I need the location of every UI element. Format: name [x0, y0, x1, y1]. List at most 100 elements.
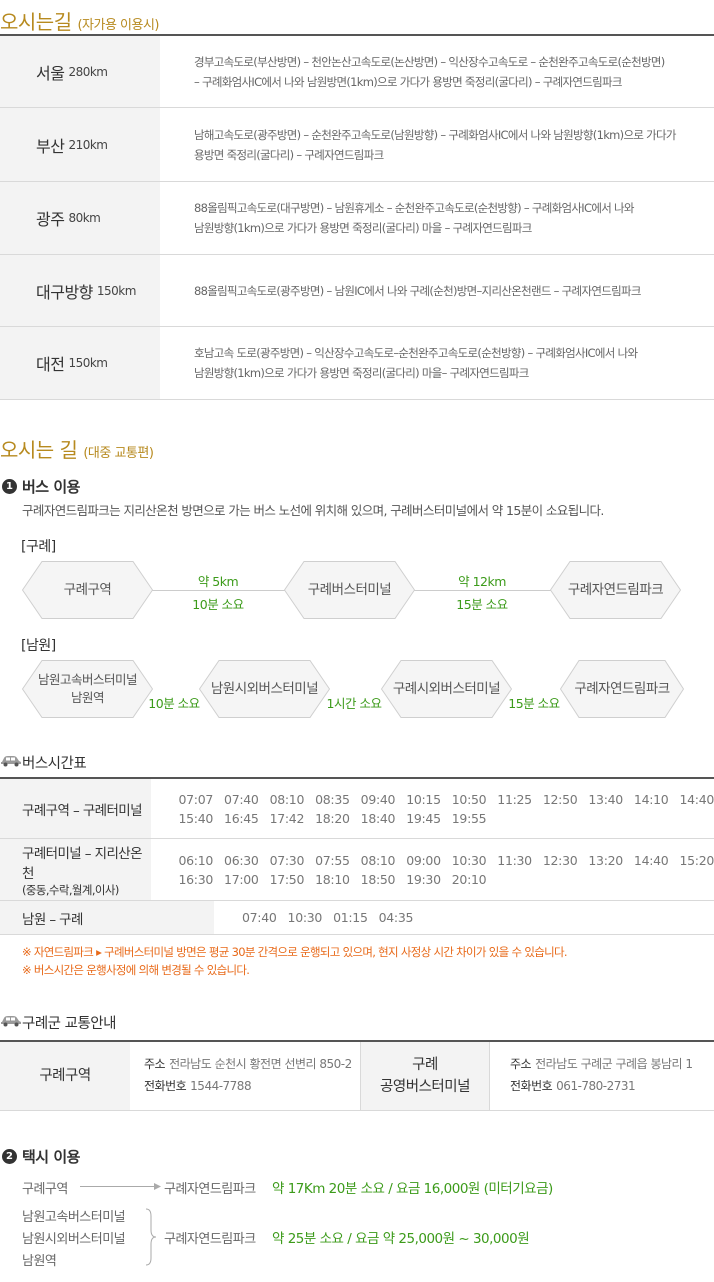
times-line: 07:40 10:30 01:15 04:35: [242, 910, 414, 925]
table-row: 대구방향 150km 88올림픽고속도로(광주방면) – 남원IC에서 나와 구례…: [0, 255, 714, 327]
place-name-cell: 구례 공영버스터미널: [360, 1042, 490, 1110]
route-line: 경부고속도로(부산방면) – 천안논산고속도로(논산방면) – 익산장수고속도로…: [194, 54, 665, 69]
station-node: 구례시외버스터미널: [381, 660, 512, 718]
station-node: 남원시외버스터미널: [199, 660, 330, 718]
place-detail-cell: 주소 전라남도 구례군 구례읍 봉남리 1 전화번호 061-780-2731: [510, 1042, 714, 1110]
table-row: 대전 150km 호남고속 도로(광주방면) – 익산장수고속도로–순천완주고속도…: [0, 327, 714, 400]
gurye-label: [구례]: [21, 539, 56, 555]
flow-line: [414, 590, 552, 591]
city-name: 대구방향: [36, 282, 93, 302]
route-line: 남해고속도로(광주방면) – 순천완주고속도로(남원방향) – 구례화엄사IC에…: [194, 127, 677, 142]
flow-duration: 1시간 소요: [326, 696, 382, 711]
route-line: 88올림픽고속도로(대구방면) – 남원휴게소 – 순천완주고속도로(순천방향)…: [194, 201, 634, 215]
car-section-title: 오시는길 (자가용 이용시): [0, 6, 160, 35]
taxi-to: 구례자연드림파크: [164, 1232, 256, 1247]
phone-value: 061-780-2731: [556, 1079, 636, 1093]
address-label: 주소: [144, 1057, 166, 1071]
city-cell: 대구방향 150km: [0, 255, 160, 326]
city-distance: 150km: [96, 283, 137, 298]
station-name: 남원고속버스터미널 남원역: [37, 672, 138, 705]
times-line: 07:07 07:40 08:10 08:35 09:40 10:15 10:5…: [178, 791, 714, 807]
table-row: 부산 210km 남해고속도로(광주방면) – 순천완주고속도로(남원방향) – …: [0, 108, 714, 182]
bus-heading: 버스 이용: [22, 478, 80, 496]
route-cell: 남원 – 구례: [0, 901, 214, 934]
route-cell: 구례구역 – 구례터미널: [0, 779, 151, 838]
route-name: 남원 – 구례: [22, 911, 83, 928]
route-sub: (중동,수락,월계,이사): [22, 882, 119, 897]
public-title-text: 오시는 길: [0, 438, 78, 462]
table-row: 구례터미널 – 지리산온천 (중동,수락,월계,이사) 06:10 06:30 0…: [0, 839, 714, 901]
place-name-cell: 구례구역: [0, 1042, 130, 1110]
phone-label: 전화번호: [144, 1079, 187, 1093]
flow-duration: 10분 소요: [148, 696, 200, 711]
route-line: 남원방향(1km)으로 가다가 용방면 죽정리(굴다리) 마을– 구례자연드림파…: [194, 366, 529, 380]
brace-icon: [145, 1208, 157, 1266]
taxi-from: 남원고속버스터미널: [22, 1210, 126, 1225]
times-line: 15:40 16:45 17:42 18:20 18:40 19:45 19:5…: [178, 810, 487, 826]
timetable-heading: 버스시간표: [22, 756, 87, 772]
route-cell: 88올림픽고속도로(대구방면) – 남원휴게소 – 순천완주고속도로(순천방향)…: [160, 182, 714, 254]
times-line: 06:10 06:30 07:30 07:55 08:10 09:00 10:3…: [178, 852, 714, 868]
taxi-heading: 택시 이용: [22, 1148, 80, 1166]
taxi-to: 구례자연드림파크: [164, 1182, 256, 1197]
station-name: 구례시외버스터미널: [392, 681, 501, 697]
table-row: 남원 – 구례 07:40 10:30 01:15 04:35: [0, 901, 714, 935]
table-row: 구례구역 – 구례터미널 07:07 07:40 08:10 08:35 09:…: [0, 779, 714, 839]
table-row: 서울 280km 경부고속도로(부산방면) – 천안논산고속도로(논산방면) – …: [0, 36, 714, 108]
phone-value: 1544-7788: [190, 1079, 252, 1093]
place-detail-cell: 주소 전라남도 순천시 황전면 선변리 850-2 전화번호 1544-7788: [144, 1042, 360, 1110]
flow-distance: 약 12km: [458, 574, 506, 589]
city-name: 광주: [36, 210, 65, 229]
route-line: 용방면 죽정리(굴다리) – 구례자연드림파크: [194, 147, 384, 162]
city-distance: 210km: [68, 137, 108, 152]
city-distance: 280km: [68, 64, 108, 79]
times-cell: 07:40 10:30 01:15 04:35: [214, 901, 714, 934]
route-cell: 호남고속 도로(광주방면) – 익산장수고속도로–순천완주고속도로(순천방향) …: [160, 327, 714, 399]
city-distance: 80km: [68, 211, 101, 225]
flow-distance: 약 5km: [197, 574, 239, 589]
phone-label: 전화번호: [510, 1079, 553, 1093]
city-distance: 150km: [68, 356, 108, 370]
flow-duration: 15분 소요: [508, 696, 560, 711]
taxi-fare-info: 약 17Km 20분 소요 / 요금 16,000원 (미터기요금): [272, 1181, 553, 1197]
station-node: 구례자연드림파크: [560, 660, 684, 718]
route-cell: 경부고속도로(부산방면) – 천안논산고속도로(논산방면) – 익산장수고속도로…: [160, 36, 714, 107]
arrow-right-icon: [80, 1183, 161, 1190]
route-line: 남원방향(1km)으로 가다가 용방면 죽정리(굴다리) 마을 – 구례자연드림…: [194, 221, 532, 235]
bus-description: 구례자연드림파크는 지리산온천 방면으로 가는 버스 노선에 위치해 있으며, …: [22, 503, 604, 518]
route-name: 구례터미널 – 지리산온천: [22, 845, 143, 882]
flow-duration: 10분 소요: [192, 597, 244, 612]
address-value: 전라남도 구례군 구례읍 봉남리 1: [535, 1057, 693, 1071]
station-node: 남원고속버스터미널 남원역: [22, 660, 153, 718]
address-label: 주소: [510, 1057, 532, 1071]
taxi-fare-info: 약 25분 소요 / 요금 약 25,000원 ~ 30,000원: [272, 1231, 530, 1247]
times-cell: 07:07 07:40 08:10 08:35 09:40 10:15 10:5…: [151, 779, 714, 838]
transport-info-heading: 구례군 교통안내: [22, 1016, 117, 1032]
timetable-note: ※ 버스시간은 운행사정에 의해 변경될 수 있습니다.: [22, 963, 250, 977]
station-name: 구례버스터미널: [307, 582, 392, 598]
car-subtitle: (자가용 이용시): [77, 18, 160, 33]
route-name: 구례구역 – 구례터미널: [22, 802, 143, 819]
station-name: 구례자연드림파크: [567, 582, 664, 598]
namwon-label: [남원]: [21, 638, 56, 654]
car-icon: [1, 756, 21, 767]
flow-duration: 15분 소요: [456, 597, 508, 612]
station-name: 남원시외버스터미널: [210, 681, 319, 697]
route-cell: 88올림픽고속도로(광주방면) – 남원IC에서 나와 구례(순천)방면–지리산…: [160, 255, 714, 326]
car-title-text: 오시는길: [0, 10, 72, 34]
station-name: 구례자연드림파크: [574, 681, 670, 697]
car-route-table: 서울 280km 경부고속도로(부산방면) – 천안논산고속도로(논산방면) – …: [0, 34, 714, 400]
route-line: 88올림픽고속도로(광주방면) – 남원IC에서 나와 구례(순천)방면–지리산…: [194, 283, 641, 298]
route-line: – 구례화엄사IC에서 나와 남원방면(1km)으로 가다가 용방면 죽정리(굴…: [194, 74, 622, 89]
bus-number-badge: 1: [2, 479, 17, 494]
city-cell: 부산 210km: [0, 108, 160, 181]
station-node: 구례버스터미널: [284, 561, 415, 619]
taxi-from: 남원시외버스터미널: [22, 1232, 126, 1247]
times-cell: 06:10 06:30 07:30 07:55 08:10 09:00 10:3…: [151, 839, 714, 900]
taxi-from: 구례구역: [22, 1182, 68, 1197]
public-subtitle: (대중 교통편): [83, 446, 154, 461]
station-node: 구례구역: [22, 561, 153, 619]
city-cell: 광주 80km: [0, 182, 160, 254]
taxi-from: 남원역: [22, 1254, 57, 1269]
route-cell: 구례터미널 – 지리산온천 (중동,수락,월계,이사): [0, 839, 151, 900]
